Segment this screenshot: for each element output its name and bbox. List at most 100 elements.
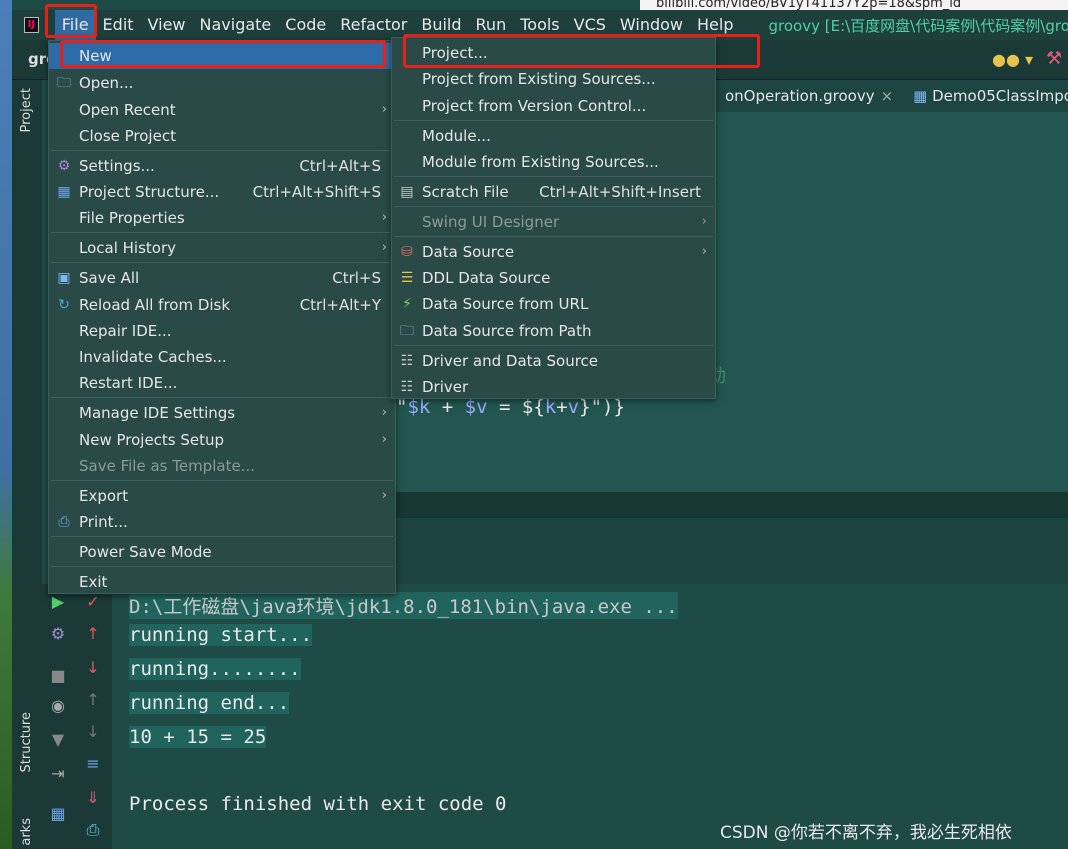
browser-url-strip: bilibili.com/video/BV1yT41137Y2p=18&spm_… bbox=[640, 0, 1068, 10]
left-tool-stripe: Project Structure arks bbox=[12, 80, 42, 849]
menu-edit[interactable]: Edit bbox=[96, 10, 141, 40]
tab-operation-groovy[interactable]: onOperation.groovy × bbox=[715, 87, 903, 105]
menu-item-reload-all[interactable]: ↻ Reload All from Disk Ctrl+Alt+Y bbox=[49, 292, 395, 318]
menu-item-project-from-existing-sources[interactable]: Project from Existing Sources... bbox=[392, 66, 715, 92]
groovy-file-icon: ▦ bbox=[913, 87, 928, 105]
run-panel-header bbox=[396, 518, 1068, 584]
exit-icon[interactable]: ⇥ bbox=[42, 764, 74, 783]
save-icon: ▣ bbox=[57, 270, 71, 286]
close-icon[interactable]: × bbox=[881, 87, 894, 105]
menu-item-open[interactable]: 🗀 Open... bbox=[49, 70, 395, 96]
menu-item-data-source[interactable]: ⛁ Data Source › bbox=[392, 239, 715, 265]
menu-item-power-save-mode[interactable]: Power Save Mode bbox=[49, 539, 395, 565]
structure-tool-button[interactable]: Structure bbox=[19, 712, 34, 772]
gear-icon: ⚙ bbox=[57, 158, 71, 174]
menu-separator bbox=[51, 262, 393, 263]
run-console[interactable]: D:\工作磁盘\java环境\jdk1.8.0_181\bin\java.exe… bbox=[112, 584, 1068, 849]
menu-separator bbox=[51, 232, 393, 233]
menu-item-local-history[interactable]: Local History › bbox=[49, 235, 395, 261]
highlight-project-item bbox=[403, 34, 760, 68]
tab-label: onOperation.groovy bbox=[725, 87, 875, 105]
menu-item-driver[interactable]: ☷ Driver bbox=[392, 374, 715, 400]
hammer-icon[interactable]: ⚒ bbox=[1046, 48, 1062, 69]
soft-wrap-icon[interactable]: ≡ bbox=[74, 754, 112, 773]
camera-icon[interactable]: ◉ bbox=[42, 696, 74, 715]
console-line: 10 + 15 = 25 bbox=[129, 726, 267, 748]
bookmarks-tool-button[interactable]: arks bbox=[19, 818, 34, 846]
menu-separator bbox=[51, 480, 393, 481]
scroll-up-icon[interactable]: ↑ bbox=[74, 690, 112, 709]
desktop-background bbox=[0, 0, 12, 849]
menu-item-close-project[interactable]: Close Project bbox=[49, 123, 395, 149]
ddl-icon: ☰ bbox=[400, 270, 414, 286]
intellij-logo-icon: IJ bbox=[24, 17, 39, 33]
pin-icon[interactable]: ▼ bbox=[42, 730, 74, 749]
highlight-new-item bbox=[60, 40, 386, 68]
menu-item-export[interactable]: Export › bbox=[49, 483, 395, 509]
menu-item-restart-ide[interactable]: Restart IDE... bbox=[49, 370, 395, 396]
people-icon[interactable]: ●● ▾ bbox=[992, 50, 1033, 69]
grid-icon: ▦ bbox=[57, 184, 71, 200]
menu-item-scratch-file[interactable]: ▤ Scratch File Ctrl+Alt+Shift+Insert bbox=[392, 179, 715, 205]
highlight-file-menu bbox=[45, 4, 97, 38]
menu-item-driver-and-data-source[interactable]: ☷ Driver and Data Source bbox=[392, 348, 715, 374]
driver-icon: ☷ bbox=[400, 379, 414, 395]
menu-item-project-structure[interactable]: ▦ Project Structure... Ctrl+Alt+Shift+S bbox=[49, 179, 395, 205]
menu-separator bbox=[394, 236, 713, 237]
menu-item-manage-ide-settings[interactable]: Manage IDE Settings › bbox=[49, 400, 395, 426]
menu-item-save-all[interactable]: ▣ Save All Ctrl+S bbox=[49, 265, 395, 291]
tab-demo05classimport[interactable]: ▦ Demo05ClassImpor bbox=[903, 87, 1068, 105]
run-toolbar-secondary: ✓ ↑ ↓ ↑ ↓ ≡ ⇓ ⎙ bbox=[74, 584, 112, 849]
menu-separator bbox=[394, 206, 713, 207]
database-icon: ⛁ bbox=[401, 244, 413, 260]
menu-item-swing-ui-designer: Swing UI Designer › bbox=[422, 213, 707, 231]
driver-icon: ☷ bbox=[400, 353, 414, 369]
menu-item-module-from-existing-sources[interactable]: Module from Existing Sources... bbox=[392, 149, 715, 175]
plug-icon: ⚡ bbox=[402, 296, 412, 312]
menu-item-settings[interactable]: ⚙ Settings... Ctrl+Alt+S bbox=[49, 153, 395, 179]
menu-item-new-projects-setup[interactable]: New Projects Setup › bbox=[49, 427, 395, 453]
menu-separator bbox=[394, 120, 713, 121]
menu-code[interactable]: Code bbox=[278, 10, 333, 40]
tab-label: Demo05ClassImpor bbox=[932, 87, 1068, 105]
console-line: running start... bbox=[129, 624, 313, 646]
arrow-up-icon[interactable]: ↑ bbox=[74, 624, 112, 643]
window-title-path: groovy [E:\百度网盘\代码案例\代码案例\groovy bbox=[768, 16, 1068, 35]
gear-icon[interactable]: ⚙ bbox=[42, 624, 74, 643]
project-tool-button[interactable]: Project bbox=[19, 88, 34, 132]
file-menu-dropdown: New › 🗀 Open... Open Recent › Close Project… bbox=[48, 40, 396, 594]
menu-separator bbox=[51, 150, 393, 151]
layout-icon[interactable]: ▦ bbox=[42, 804, 74, 823]
menu-item-data-source-from-path[interactable]: 🗀 Data Source from Path bbox=[392, 318, 715, 344]
menu-separator bbox=[51, 397, 393, 398]
menu-item-module[interactable]: Module... bbox=[392, 123, 715, 149]
menu-item-data-source-from-url[interactable]: ⚡ Data Source from URL bbox=[392, 291, 715, 317]
console-line: D:\工作磁盘\java环境\jdk1.8.0_181\bin\java.exe… bbox=[129, 592, 678, 619]
menu-item-open-recent[interactable]: Open Recent › bbox=[49, 97, 395, 123]
menu-item-invalidate-caches[interactable]: Invalidate Caches... bbox=[49, 344, 395, 370]
new-submenu-dropdown: Project... Project from Existing Sources… bbox=[391, 37, 716, 399]
arrow-down-icon[interactable]: ↓ bbox=[74, 658, 112, 677]
scroll-to-end-icon[interactable]: ⇓ bbox=[74, 788, 112, 807]
folder-icon: 🗀 bbox=[400, 323, 414, 339]
console-line: running end... bbox=[129, 692, 290, 714]
menu-item-print[interactable]: ⎙ Print... bbox=[49, 509, 395, 535]
menu-item-project-from-vcs[interactable]: Project from Version Control... bbox=[392, 93, 715, 119]
scroll-down-icon[interactable]: ↓ bbox=[74, 722, 112, 741]
panel-divider[interactable] bbox=[396, 492, 1068, 518]
editor-tabs: onOperation.groovy × ▦ Demo05ClassImpor bbox=[715, 80, 1068, 112]
menu-item-ddl-data-source[interactable]: ☰ DDL Data Source bbox=[392, 265, 715, 291]
print-icon[interactable]: ⎙ bbox=[74, 820, 112, 840]
menu-item-save-file-as-template: Save File as Template... bbox=[79, 457, 255, 475]
menu-item-file-properties[interactable]: File Properties › bbox=[49, 205, 395, 231]
print-icon: ⎙ bbox=[58, 514, 70, 530]
menu-view[interactable]: View bbox=[141, 10, 193, 40]
menu-item-repair-ide[interactable]: Repair IDE... bbox=[49, 318, 395, 344]
stop-icon[interactable]: ■ bbox=[42, 666, 74, 685]
console-line: running........ bbox=[129, 658, 301, 680]
menu-separator bbox=[51, 566, 393, 567]
folder-icon: 🗀 bbox=[57, 75, 71, 91]
menu-navigate[interactable]: Navigate bbox=[193, 10, 279, 40]
menu-separator bbox=[394, 176, 713, 177]
menu-item-exit[interactable]: Exit bbox=[49, 569, 395, 595]
